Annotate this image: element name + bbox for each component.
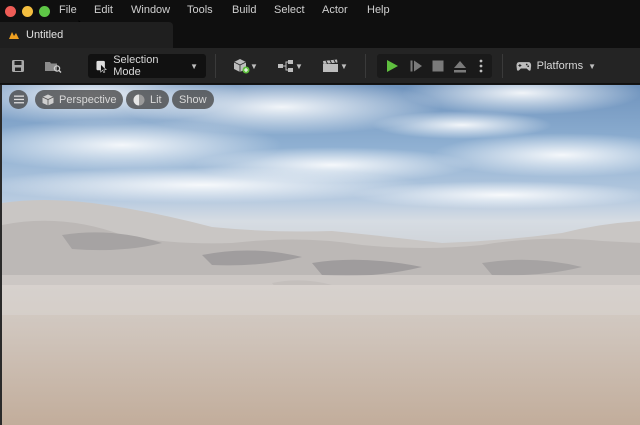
toolbar-divider <box>215 54 216 78</box>
platforms-label: Platforms <box>536 60 584 72</box>
perspective-button[interactable]: Perspective <box>35 90 124 109</box>
add-cube-icon <box>233 59 250 74</box>
stop-icon <box>432 60 444 72</box>
show-button[interactable]: Show <box>172 90 214 109</box>
menu-help[interactable]: Help <box>367 4 390 16</box>
lit-sphere-icon <box>133 94 145 105</box>
folder-search-icon <box>45 62 62 73</box>
more-vertical-icon <box>479 59 483 73</box>
select-cursor-icon <box>96 60 107 73</box>
chevron-down-icon: ▼ <box>190 61 198 71</box>
advance-frame-button[interactable] <box>405 54 427 78</box>
play-button[interactable] <box>381 54 403 78</box>
gamepad-icon <box>516 62 532 71</box>
menu-bar: File Edit Window Tools Build Select Acto… <box>0 0 640 35</box>
menu-tools[interactable]: Tools <box>187 4 213 16</box>
perspective-cube-icon <box>42 94 54 105</box>
save-button[interactable] <box>8 54 28 78</box>
selection-mode-label: Selection Mode <box>113 54 159 78</box>
main-toolbar: Selection Mode ▼ ▼ ▼ ▼ Platforms ▼ <box>0 48 640 84</box>
chevron-down-icon: ▼ <box>250 61 258 71</box>
play-controls <box>377 54 492 78</box>
perspective-label: Perspective <box>59 93 117 106</box>
eject-icon <box>454 60 466 72</box>
cinematics-button[interactable]: ▼ <box>318 54 352 78</box>
step-forward-icon <box>410 60 422 72</box>
toolbar-divider <box>365 54 366 78</box>
viewport-menu-button[interactable] <box>9 90 28 109</box>
tab-untitled[interactable]: Untitled <box>0 22 173 48</box>
play-options-button[interactable] <box>473 54 489 78</box>
chevron-down-icon: ▼ <box>340 61 348 71</box>
blueprint-nodes-icon <box>278 60 294 72</box>
stop-button[interactable] <box>427 54 449 78</box>
menu-window[interactable]: Window <box>131 4 170 16</box>
chevron-down-icon: ▼ <box>295 61 303 71</box>
save-icon <box>12 60 24 72</box>
clapperboard-icon <box>323 59 339 72</box>
tab-strip: Untitled <box>0 22 640 48</box>
chevron-down-icon: ▼ <box>588 61 596 71</box>
menu-select[interactable]: Select <box>274 4 305 16</box>
level-viewport[interactable]: Perspective Lit Show <box>0 85 640 425</box>
menu-edit[interactable]: Edit <box>94 4 113 16</box>
view-mode-button[interactable]: Lit <box>126 90 169 109</box>
toolbar-divider <box>502 54 503 78</box>
menu-file[interactable]: File <box>59 4 77 16</box>
unreal-level-icon <box>9 32 19 39</box>
viewport-scene <box>2 85 640 425</box>
minimize-window-button[interactable] <box>22 5 33 17</box>
zoom-window-button[interactable] <box>39 5 50 17</box>
play-icon <box>387 60 398 72</box>
add-actor-button[interactable]: ▼ <box>229 54 261 78</box>
hamburger-icon <box>13 95 24 104</box>
platforms-dropdown[interactable]: Platforms ▼ <box>510 54 596 78</box>
content-browser-button[interactable] <box>42 54 64 78</box>
blueprints-button[interactable]: ▼ <box>274 54 306 78</box>
window-controls <box>5 5 50 17</box>
close-window-button[interactable] <box>5 5 16 17</box>
eject-button[interactable] <box>449 54 471 78</box>
menu-build[interactable]: Build <box>232 4 256 16</box>
selection-mode-dropdown[interactable]: Selection Mode ▼ <box>88 54 206 78</box>
lit-label: Lit <box>150 93 162 106</box>
tab-title: Untitled <box>26 29 64 41</box>
menu-actor[interactable]: Actor <box>322 4 348 16</box>
show-label: Show <box>179 93 207 106</box>
